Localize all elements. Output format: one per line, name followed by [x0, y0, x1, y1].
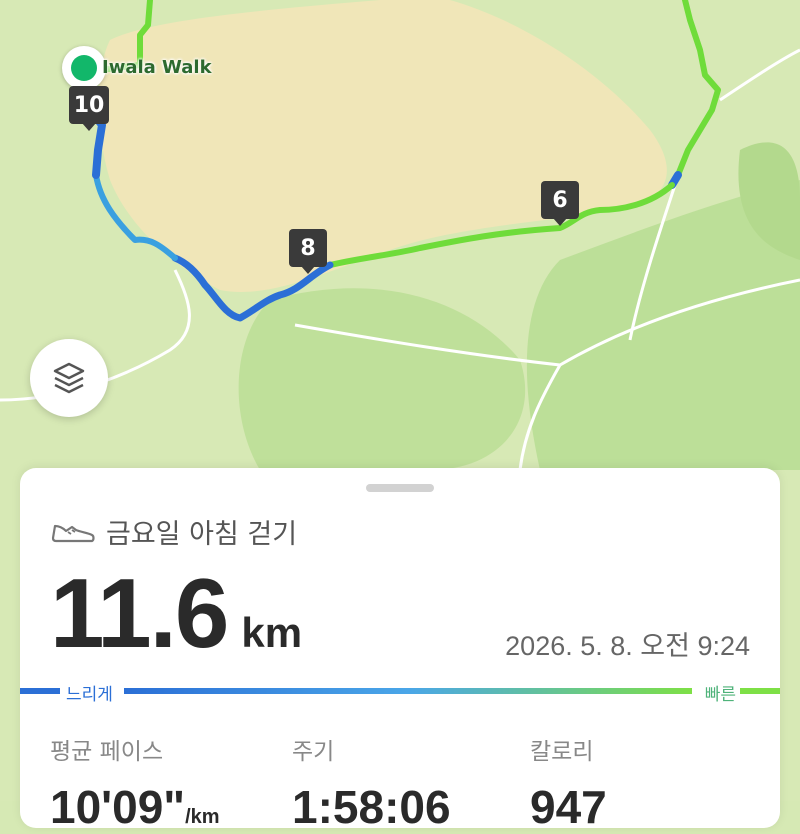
- map-layers-button[interactable]: [30, 339, 108, 417]
- activity-date: 2026. 5. 8. 오전 9:24: [505, 631, 750, 661]
- stat-value: 1:58:06: [292, 781, 451, 833]
- distance-unit: km: [241, 609, 303, 656]
- stat-label: 주기: [292, 739, 335, 765]
- layers-icon: [53, 362, 85, 394]
- start-marker[interactable]: [62, 46, 106, 90]
- start-location-label: Iwala Walk: [102, 57, 212, 78]
- stat-value: 10'09"/km: [50, 781, 220, 833]
- stat-label: 칼로리: [530, 739, 594, 765]
- stat-label: 평균 페이스: [50, 739, 164, 765]
- activity-title: 금요일 아침 걷기: [106, 519, 298, 550]
- km-marker-10[interactable]: 10: [69, 86, 109, 131]
- pace-slow-label: 느리게: [66, 685, 113, 705]
- stat-duration: 주기 1:58:06: [292, 732, 451, 834]
- distance-display: 11.6 km: [50, 564, 302, 662]
- distance-value: 11.6: [50, 558, 229, 668]
- stat-avg-pace: 평균 페이스 10'09"/km: [50, 732, 220, 834]
- activity-summary-sheet[interactable]: 금요일 아침 걷기 11.6 km 2026. 5. 8. 오전 9:24 느리…: [20, 468, 780, 833]
- pace-fast-label: 빠른: [704, 685, 736, 705]
- km-marker-8[interactable]: 8: [289, 229, 327, 274]
- km-marker-6[interactable]: 6: [541, 181, 579, 226]
- stat-value: 947: [530, 781, 607, 833]
- activity-header: 금요일 아침 걷기: [50, 512, 297, 551]
- pace-gradient-bar: [20, 688, 780, 694]
- shoe-icon: [51, 524, 95, 542]
- stat-calories: 칼로리 947: [530, 732, 607, 834]
- start-dot: [71, 55, 97, 81]
- sheet-drag-handle[interactable]: [366, 484, 434, 492]
